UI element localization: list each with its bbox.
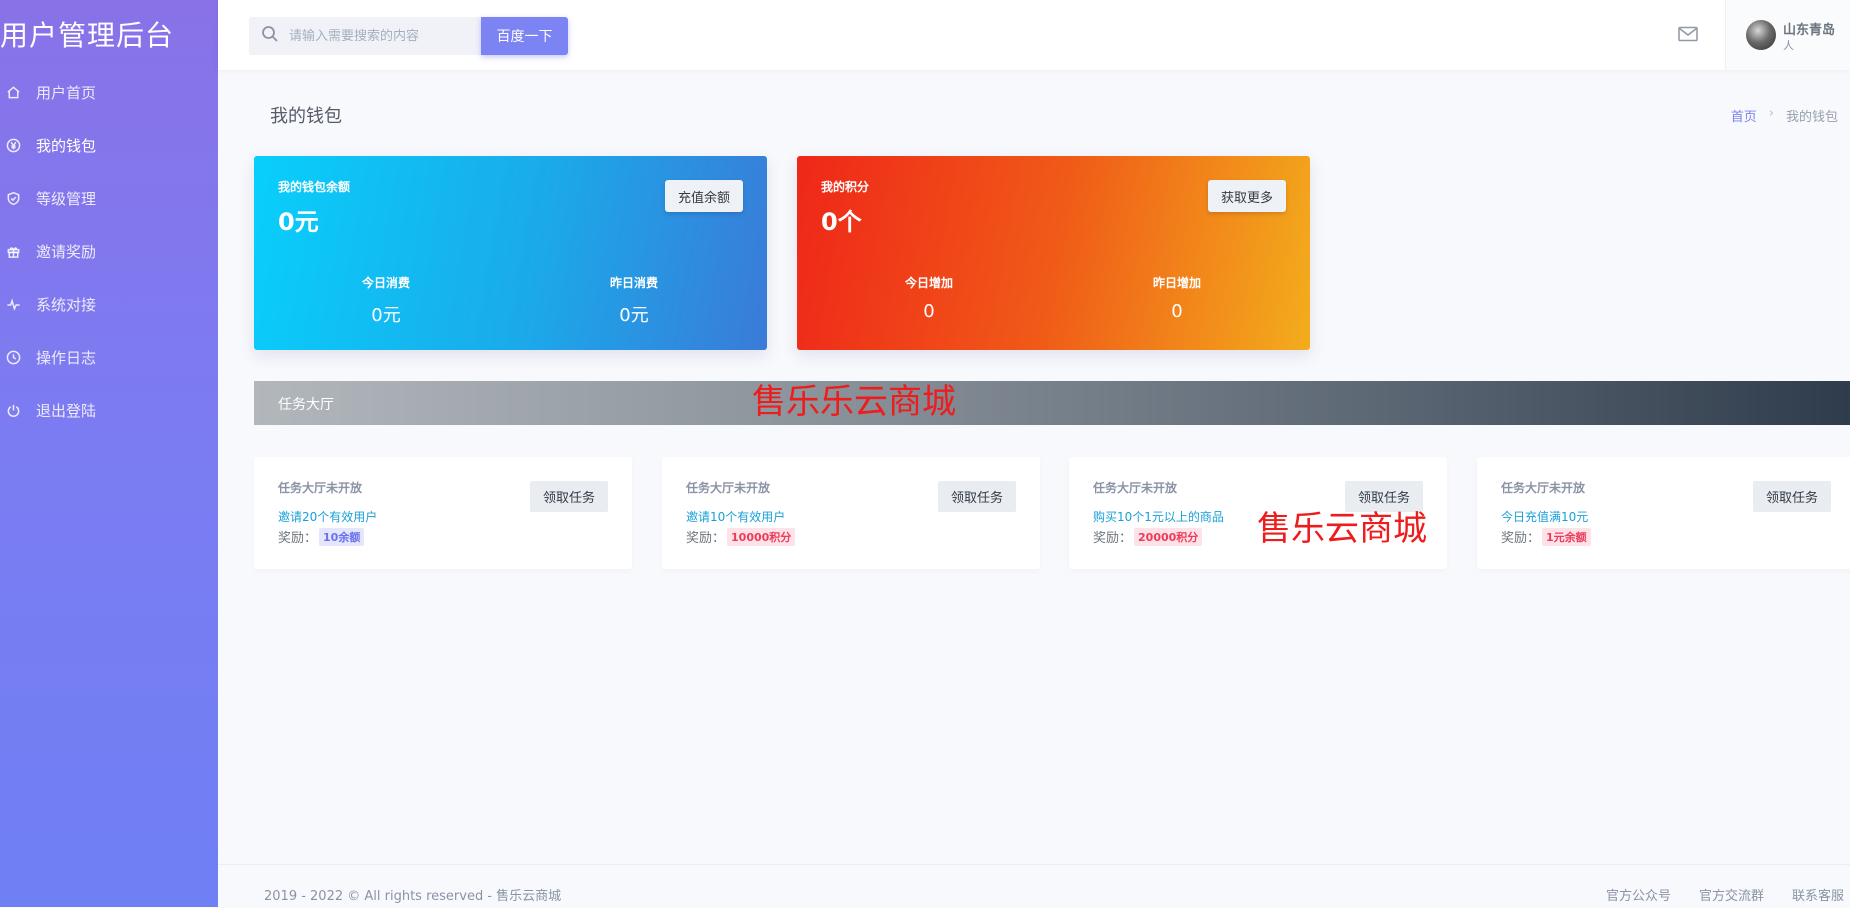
reward-badge: 10余额 [319, 527, 365, 546]
sidebar-item-label: 用户首页 [36, 84, 97, 102]
task-status: 任务大厅未开放 [1093, 481, 1178, 495]
points-today-label: 今日增加 [904, 276, 953, 290]
sidebar-item-label: 退出登陆 [36, 402, 97, 420]
reward-badge: 20000积分 [1134, 527, 1203, 546]
sidebar-item-wallet[interactable]: 我的钱包 [0, 119, 218, 172]
claim-task-button[interactable]: 领取任务 [529, 481, 608, 512]
sidebar-item-integration[interactable]: 系统对接 [0, 278, 218, 331]
sidebar-item-home[interactable]: 用户首页 [0, 66, 218, 119]
task-reward: 奖励： 1元余额 [1501, 527, 1591, 546]
points-yesterday: 昨日增加 0 [1117, 274, 1237, 322]
user-role: 人 [1783, 39, 1794, 52]
sidebar-item-logout[interactable]: 退出登陆 [0, 384, 218, 437]
claim-task-button[interactable]: 领取任务 [1752, 481, 1831, 512]
page-title: 我的钱包 [270, 106, 342, 127]
sidebar-item-label: 邀请奖励 [36, 243, 97, 261]
task-description: 邀请20个有效用户 [278, 510, 378, 524]
task-hall-banner: 任务大厅 [254, 381, 1850, 425]
wallet-yesterday-label: 昨日消费 [609, 276, 658, 290]
footer: 2019 - 2022 © All rights reserved - 售乐云商… [218, 864, 1850, 908]
avatar [1746, 20, 1776, 50]
watermark-text: 售乐云商城 [1257, 509, 1427, 549]
wallet-today-label: 今日消费 [361, 276, 410, 290]
search-box [249, 17, 481, 55]
task-reward: 奖励： 10000积分 [686, 527, 796, 546]
wallet-today: 今日消费 0元 [326, 274, 446, 327]
wallet-yesterday-value: 0元 [619, 305, 649, 326]
points-yesterday-value: 0 [1171, 301, 1183, 322]
points-yesterday-label: 昨日增加 [1152, 276, 1201, 290]
breadcrumb-separator: › [1768, 106, 1774, 121]
footer-links: 官方公众号 官方交流群 联系客服 [1606, 885, 1844, 904]
power-icon [4, 402, 22, 420]
wallet-yesterday: 昨日消费 0元 [574, 274, 694, 327]
task-card: 任务大厅未开放 今日充值满10元 奖励： 1元余额 领取任务 [1477, 457, 1850, 569]
gift-icon [4, 243, 22, 261]
breadcrumb-current: 我的钱包 [1785, 110, 1838, 125]
clock-icon [4, 349, 22, 367]
topbar: 百度一下 山东青岛 人 [218, 0, 1850, 70]
user-menu[interactable]: 山东青岛 人 [1725, 0, 1850, 70]
get-more-button[interactable]: 获取更多 [1207, 180, 1286, 212]
task-reward: 奖励： 10余额 [278, 527, 365, 546]
wallet-today-value: 0元 [371, 305, 401, 326]
copyright-text: 2019 - 2022 © All rights reserved - 售乐云商… [264, 889, 562, 904]
watermark-text: 售乐乐云商城 [752, 382, 956, 422]
task-status: 任务大厅未开放 [278, 481, 363, 495]
mail-icon[interactable] [1678, 26, 1698, 42]
points-today: 今日增加 0 [869, 274, 989, 322]
task-reward-label: 奖励： [1501, 531, 1541, 546]
points-today-value: 0 [923, 301, 935, 322]
sidebar-item-logs[interactable]: 操作日志 [0, 331, 218, 384]
sidebar-item-label: 我的钱包 [36, 137, 97, 155]
reward-badge: 1元余额 [1542, 527, 1591, 546]
footer-link-support[interactable]: 联系客服 [1792, 885, 1844, 904]
wallet-card: 我的钱包余额 0元 充值余额 今日消费 0元 昨日消费 0元 [254, 156, 767, 350]
points-value: 0个 [821, 208, 862, 236]
sidebar-item-label: 系统对接 [36, 296, 97, 314]
user-name: 山东青岛 [1783, 23, 1836, 38]
home-icon [4, 84, 22, 102]
pulse-icon [4, 296, 22, 314]
task-status: 任务大厅未开放 [1501, 481, 1586, 495]
task-reward-label: 奖励： [686, 531, 726, 546]
task-hall-title: 任务大厅 [278, 397, 334, 413]
shield-check-icon [4, 190, 22, 208]
yen-icon [4, 137, 22, 155]
task-card: 任务大厅未开放 邀请10个有效用户 奖励： 10000积分 领取任务 [662, 457, 1040, 569]
points-card: 我的积分 0个 获取更多 今日增加 0 昨日增加 0 [797, 156, 1310, 350]
sidebar-nav: 用户首页 我的钱包 等级管理 邀请奖励 系统对接 操作日志 退出登陆 [0, 66, 218, 437]
recharge-button[interactable]: 充值余额 [664, 180, 743, 212]
brand-title: 用户管理后台 [0, 19, 175, 52]
reward-badge: 10000积分 [727, 527, 796, 546]
task-reward: 奖励： 20000积分 [1093, 527, 1203, 546]
sidebar: 用户管理后台 用户首页 我的钱包 等级管理 邀请奖励 系统对接 操作日志 退出登… [0, 0, 218, 907]
task-card: 任务大厅未开放 邀请20个有效用户 奖励： 10余额 领取任务 [254, 457, 632, 569]
sidebar-item-label: 操作日志 [36, 349, 97, 367]
task-description: 购买10个1元以上的商品 [1093, 510, 1224, 524]
claim-task-button[interactable]: 领取任务 [937, 481, 1016, 512]
footer-link-group[interactable]: 官方交流群 [1699, 885, 1764, 904]
search-input[interactable] [287, 27, 481, 45]
search-icon [249, 25, 279, 47]
task-description: 邀请10个有效用户 [686, 510, 786, 524]
search-button[interactable]: 百度一下 [481, 17, 568, 55]
task-reward-label: 奖励： [1093, 531, 1133, 546]
breadcrumb: 首页 › 我的钱包 [1731, 106, 1838, 125]
footer-link-official-account[interactable]: 官方公众号 [1606, 885, 1671, 904]
wallet-balance-value: 0元 [278, 208, 319, 236]
sidebar-item-invite[interactable]: 邀请奖励 [0, 225, 218, 278]
sidebar-item-label: 等级管理 [36, 190, 97, 208]
points-label: 我的积分 [821, 180, 870, 194]
breadcrumb-home[interactable]: 首页 [1731, 106, 1757, 125]
task-status: 任务大厅未开放 [686, 481, 771, 495]
task-reward-label: 奖励： [278, 531, 318, 546]
wallet-balance-label: 我的钱包余额 [278, 180, 351, 194]
sidebar-item-level[interactable]: 等级管理 [0, 172, 218, 225]
task-description: 今日充值满10元 [1501, 510, 1589, 524]
